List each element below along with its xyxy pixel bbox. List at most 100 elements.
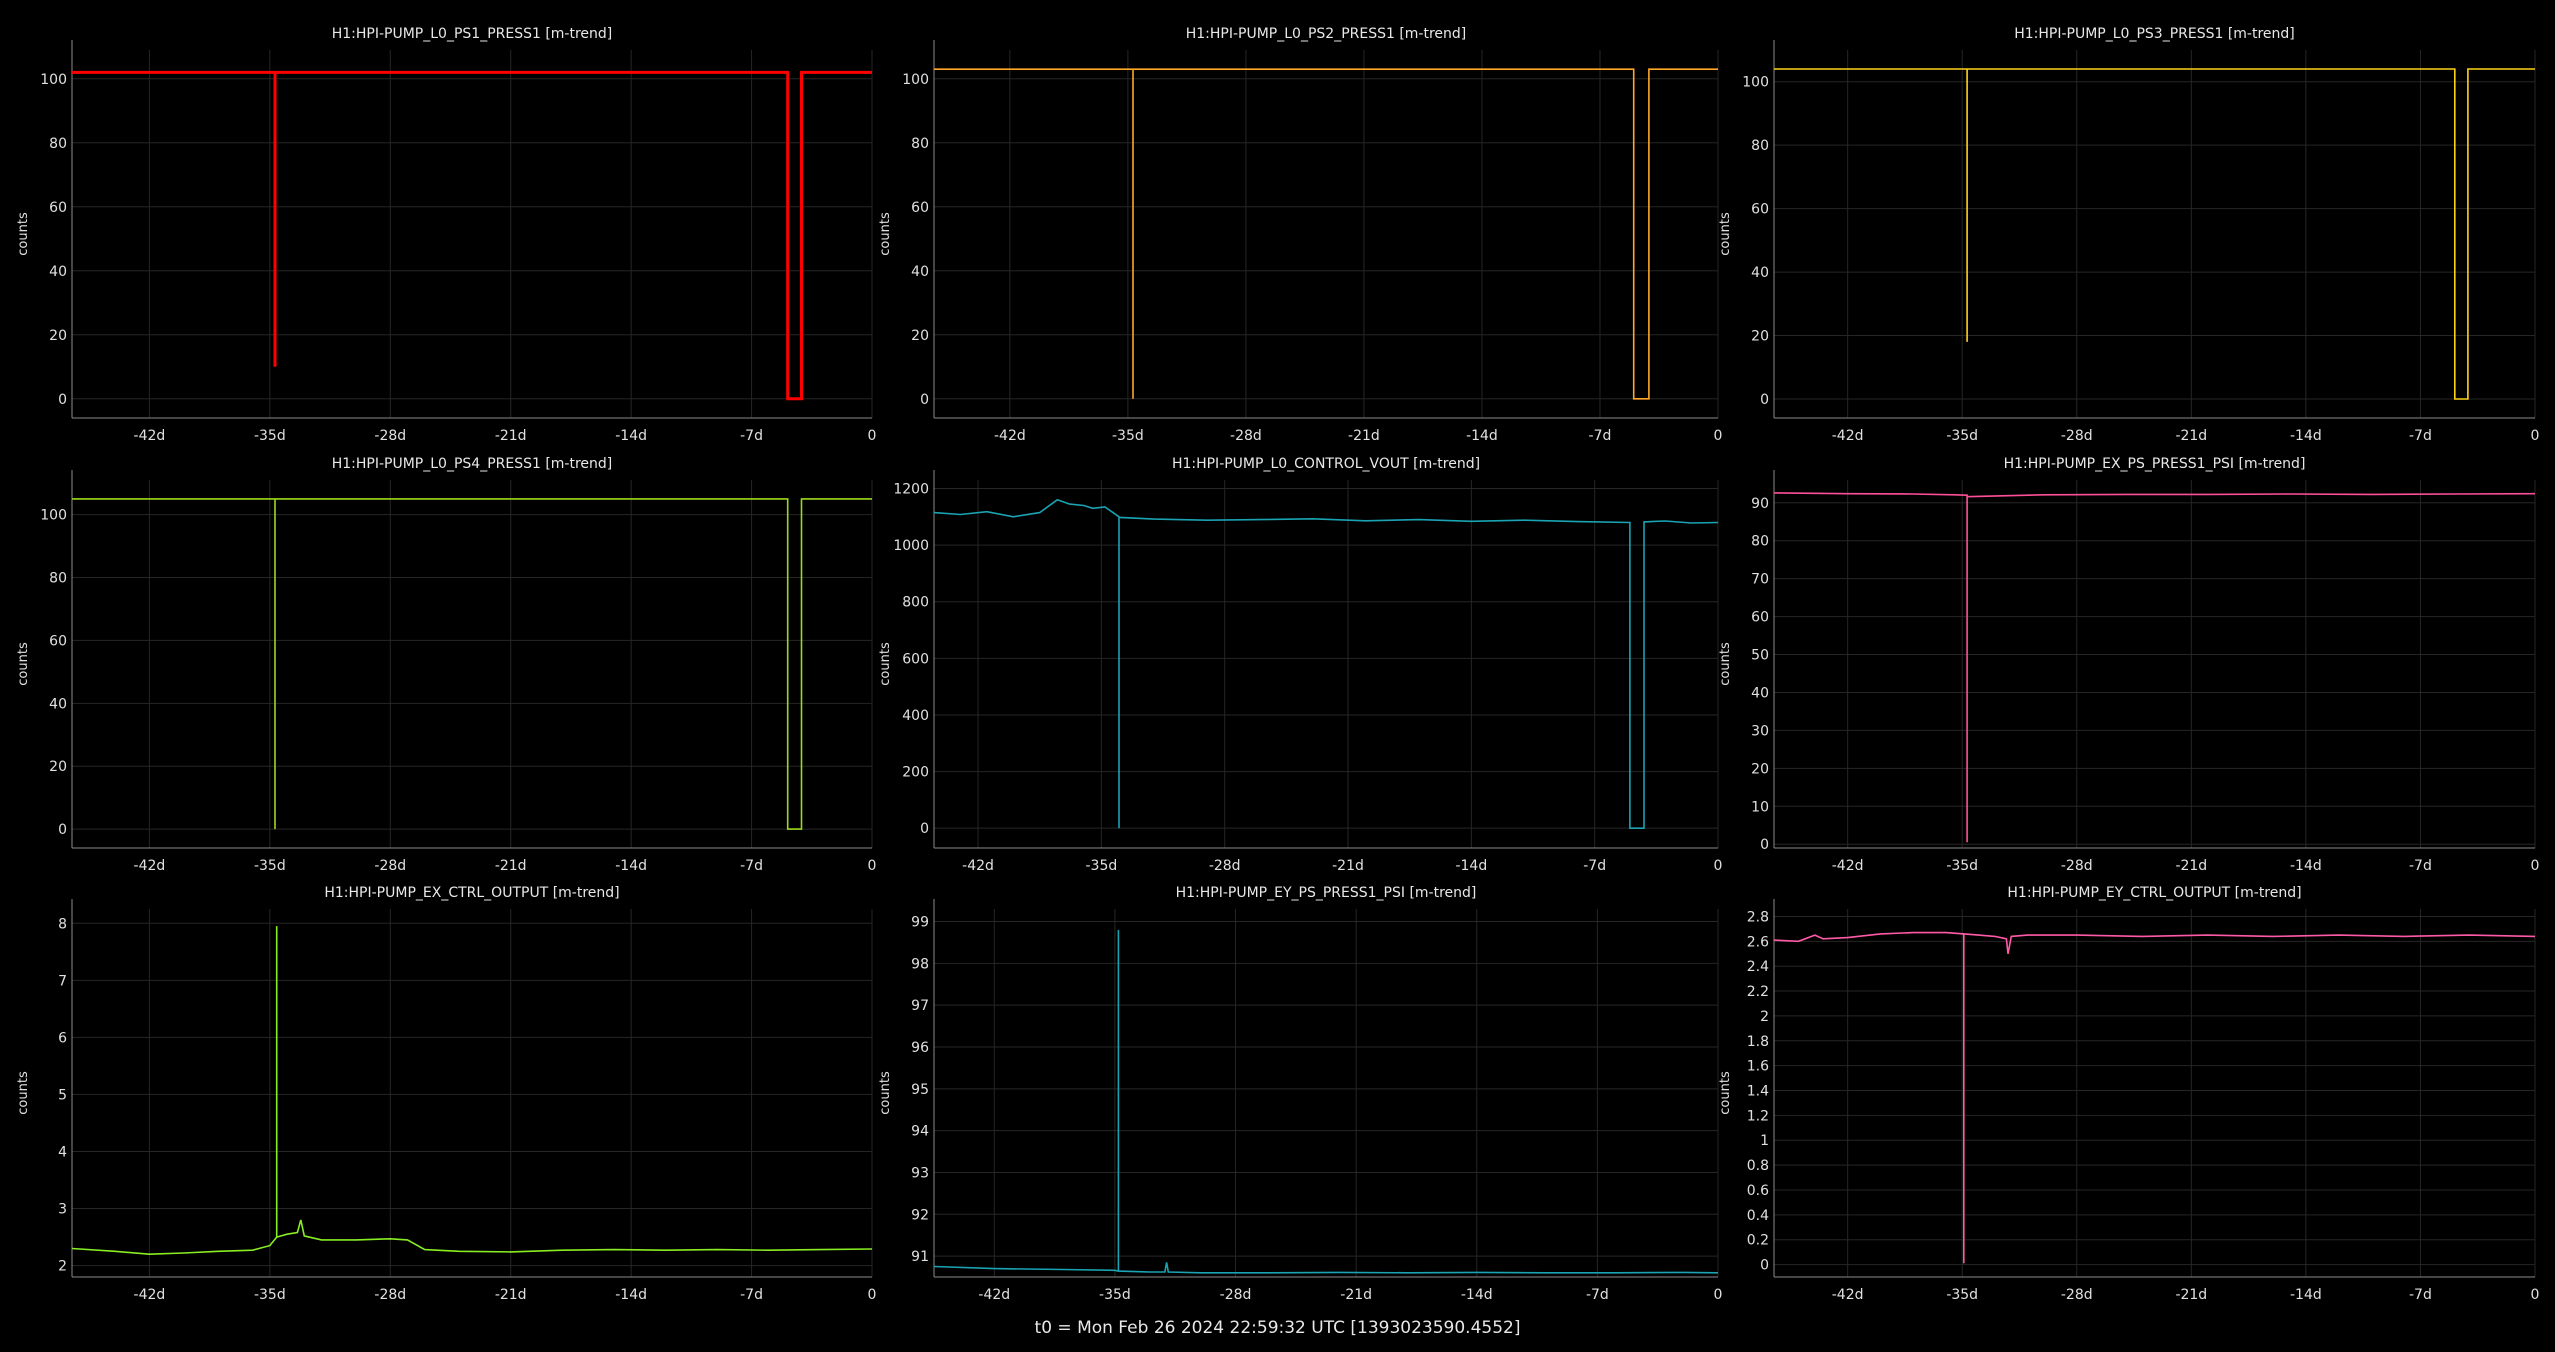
chart-7-x-tick-label: 0 [868,1287,877,1303]
chart-1-x-tick-label: -21d [495,428,527,444]
chart-1-y-axis-label: counts [16,212,31,256]
chart-5-y-tick-label: 0 [920,821,929,837]
chart-9-y-tick-label: 0.4 [1747,1208,1769,1224]
chart-8-y-tick-label: 93 [911,1165,929,1181]
chart-9-x-tick-label: -28d [2061,1287,2093,1303]
chart-3-y-tick-label: 20 [1751,329,1769,345]
chart-3-y-tick-label: 60 [1751,202,1769,218]
chart-8-series-line [933,929,1719,1274]
chart-4-y-tick-label: 60 [49,633,67,649]
chart-9-y-tick-label: 2 [1760,1009,1769,1025]
t0-label: t0 = Mon Feb 26 2024 22:59:32 UTC [13930… [1034,1318,1521,1338]
chart-1-y-tick-label: 40 [49,264,67,280]
chart-8-x-tick-label: -7d [1586,1287,1609,1303]
chart-9-y-tick-label: 2.4 [1747,959,1769,975]
chart-9-x-tick-label: -21d [2175,1287,2207,1303]
chart-9-x-tick-label: -35d [1946,1287,1978,1303]
chart-2-y-tick-label: 60 [911,200,929,216]
chart-5-y-tick-label: 600 [902,651,929,667]
chart-5-x-tick-label: 0 [1714,858,1723,874]
chart-4-x-tick-label: -42d [134,858,166,874]
chart-3-y-axis-label: counts [1718,212,1733,256]
chart-2-y-tick-label: 80 [911,136,929,152]
chart-7-x-tick-label: -35d [254,1287,286,1303]
chart-4-y-tick-label: 20 [49,759,67,775]
chart-1-x-tick-label: -35d [254,428,286,444]
chart-9-x-tick-label: -42d [1832,1287,1864,1303]
chart-1-y-tick-label: 20 [49,328,67,344]
chart-5-x-tick-label: -35d [1085,858,1117,874]
chart-6-x-tick-label: -14d [2290,858,2322,874]
chart-7-y-tick-label: 3 [58,1202,67,1218]
chart-1-x-tick-label: -42d [134,428,166,444]
chart-2-y-tick-label: 100 [902,72,929,88]
chart-3-x-tick-label: 0 [2531,428,2540,444]
chart-1-y-tick-label: 60 [49,200,67,216]
chart-6-y-tick-label: 70 [1751,572,1769,588]
chart-5-x-tick-label: -28d [1209,858,1241,874]
chart-1-y-tick-label: 100 [40,72,67,88]
chart-6-title: H1:HPI-PUMP_EX_PS_PRESS1_PSI [m-trend] [2004,456,2306,472]
chart-4-x-tick-label: -14d [615,858,647,874]
chart-9-y-tick-label: 1.8 [1747,1034,1769,1050]
chart-8-x-tick-label: -35d [1099,1287,1131,1303]
chart-3-y-tick-label: 0 [1760,392,1769,408]
chart-9-y-tick-label: 0 [1760,1258,1769,1274]
chart-5-y-axis-label: counts [878,642,893,686]
chart-5-x-tick-label: -14d [1455,858,1487,874]
chart-9-y-tick-label: 1 [1760,1133,1769,1149]
chart-3-y-tick-label: 100 [1742,75,1769,91]
chart-7-x-tick-label: -14d [615,1287,647,1303]
chart-7-x-tick-label: -42d [134,1287,166,1303]
chart-6-y-axis-label: counts [1718,642,1733,686]
chart-8-y-tick-label: 94 [911,1124,929,1140]
chart-3-x-tick-label: -14d [2290,428,2322,444]
chart-4-x-tick-label: -21d [495,858,527,874]
chart-7-y-tick-label: 5 [58,1087,67,1103]
chart-9-y-tick-label: 2.6 [1747,934,1769,950]
chart-8-x-tick-label: 0 [1714,1287,1723,1303]
chart-9-y-tick-label: 1.6 [1747,1059,1769,1075]
chart-6-x-tick-label: -35d [1946,858,1978,874]
chart-2-x-tick-label: -21d [1348,428,1380,444]
chart-6-y-tick-label: 90 [1751,496,1769,512]
chart-7-y-tick-label: 4 [58,1144,67,1160]
chart-6-x-tick-label: -42d [1832,858,1864,874]
chart-4-x-tick-label: -35d [254,858,286,874]
chart-8-y-tick-label: 98 [911,956,929,972]
chart-1-y-tick-label: 80 [49,136,67,152]
chart-4-x-tick-label: -7d [740,858,763,874]
chart-9-y-tick-label: 0.8 [1747,1158,1769,1174]
chart-4-y-tick-label: 0 [58,822,67,838]
chart-8-y-tick-label: 99 [911,915,929,931]
chart-2-x-tick-label: -35d [1112,428,1144,444]
chart-3-x-tick-label: -21d [2175,428,2207,444]
chart-4-title: H1:HPI-PUMP_L0_PS4_PRESS1 [m-trend] [332,456,613,472]
chart-8-title: H1:HPI-PUMP_EY_PS_PRESS1_PSI [m-trend] [1176,885,1477,901]
chart-8-x-tick-label: -21d [1340,1287,1372,1303]
chart-2-y-tick-label: 0 [920,392,929,408]
chart-1-x-tick-label: -14d [615,428,647,444]
chart-8-y-axis-label: counts [878,1071,893,1115]
chart-9-y-tick-label: 0.6 [1747,1183,1769,1199]
chart-5-y-tick-label: 800 [902,595,929,611]
chart-4-y-tick-label: 40 [49,696,67,712]
chart-3-x-tick-label: -35d [1946,428,1978,444]
chart-7-x-tick-label: -28d [374,1287,406,1303]
chart-9-y-tick-label: 2.8 [1747,909,1769,925]
chart-5-x-tick-label: -42d [962,858,994,874]
chart-9-y-axis-label: counts [1718,1071,1733,1115]
chart-3-y-tick-label: 40 [1751,265,1769,281]
chart-9-title: H1:HPI-PUMP_EY_CTRL_OUTPUT [m-trend] [2007,885,2301,901]
chart-7-y-tick-label: 8 [58,916,67,932]
chart-6-y-tick-label: 30 [1751,723,1769,739]
chart-3-x-tick-label: -7d [2409,428,2432,444]
chart-2-x-tick-label: -42d [994,428,1026,444]
chart-5-y-tick-label: 1000 [893,538,929,554]
chart-5-title: H1:HPI-PUMP_L0_CONTROL_VOUT [m-trend] [1172,456,1480,472]
chart-9-y-tick-label: 0.2 [1747,1233,1769,1249]
chart-9-y-tick-label: 2.2 [1747,984,1769,1000]
chart-8-y-tick-label: 92 [911,1207,929,1223]
chart-6-y-tick-label: 40 [1751,685,1769,701]
chart-7-y-tick-label: 7 [58,973,67,989]
